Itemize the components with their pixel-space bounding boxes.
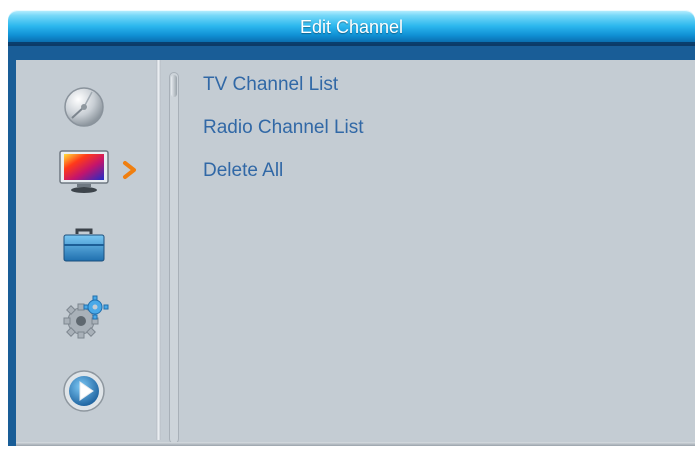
sidebar-item-settings[interactable] [54, 292, 114, 344]
panel-bottom-edge [16, 442, 695, 446]
title-bar: Edit Channel [8, 10, 695, 44]
gear-icon [63, 295, 109, 339]
chevron-right-icon [119, 160, 139, 180]
sidebar-menu [16, 60, 166, 446]
sidebar-divider [156, 60, 161, 440]
content-area: TV Channel List Radio Channel List Delet… [16, 60, 695, 446]
menu-item-radio-channel-list[interactable]: Radio Channel List [203, 116, 364, 140]
sidebar-item-installation[interactable] [54, 80, 114, 132]
tv-icon [59, 150, 109, 193]
toolbox-icon [63, 228, 105, 262]
scrollbar[interactable] [169, 72, 179, 444]
scrollbar-thumb[interactable] [171, 75, 177, 97]
sidebar-item-channel[interactable] [54, 145, 114, 197]
sidebar-item-tools[interactable] [54, 220, 114, 272]
play-icon [63, 370, 105, 412]
satellite-dish-icon [64, 87, 104, 127]
main-panel: TV Channel List Radio Channel List Delet… [8, 44, 695, 446]
edit-channel-screen: Edit Channel TV Channel List Radio Chann… [0, 0, 695, 450]
menu-item-delete-all[interactable]: Delete All [203, 159, 283, 183]
sidebar-item-media[interactable] [54, 365, 114, 417]
menu-item-tv-channel-list[interactable]: TV Channel List [203, 73, 338, 97]
page-title: Edit Channel [299, 17, 404, 37]
